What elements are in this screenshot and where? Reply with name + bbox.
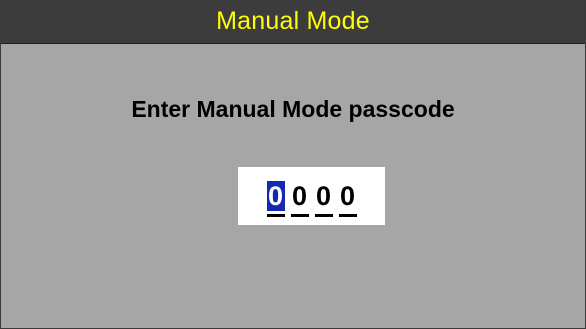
digit-underline: [266, 214, 285, 217]
passcode-digit-1-value: 0: [267, 181, 284, 211]
passcode-digit-3-value: 0: [315, 181, 332, 211]
passcode-digit-3[interactable]: 0: [314, 181, 333, 217]
digit-underline: [314, 214, 333, 217]
page-title: Manual Mode: [216, 7, 370, 35]
passcode-digit-4-value: 0: [339, 181, 356, 211]
title-bar: Manual Mode: [1, 0, 585, 44]
passcode-digit-2[interactable]: 0: [290, 181, 309, 217]
passcode-input[interactable]: 0 0 0 0: [238, 167, 385, 225]
passcode-digit-2-value: 0: [291, 181, 308, 211]
digit-underline: [338, 214, 357, 217]
passcode-prompt: Enter Manual Mode passcode: [131, 96, 455, 122]
passcode-digit-4[interactable]: 0: [338, 181, 357, 217]
digit-underline: [290, 214, 309, 217]
manual-mode-screen: Manual Mode Enter Manual Mode passcode 0…: [0, 0, 586, 329]
passcode-digit-1[interactable]: 0: [266, 181, 285, 217]
